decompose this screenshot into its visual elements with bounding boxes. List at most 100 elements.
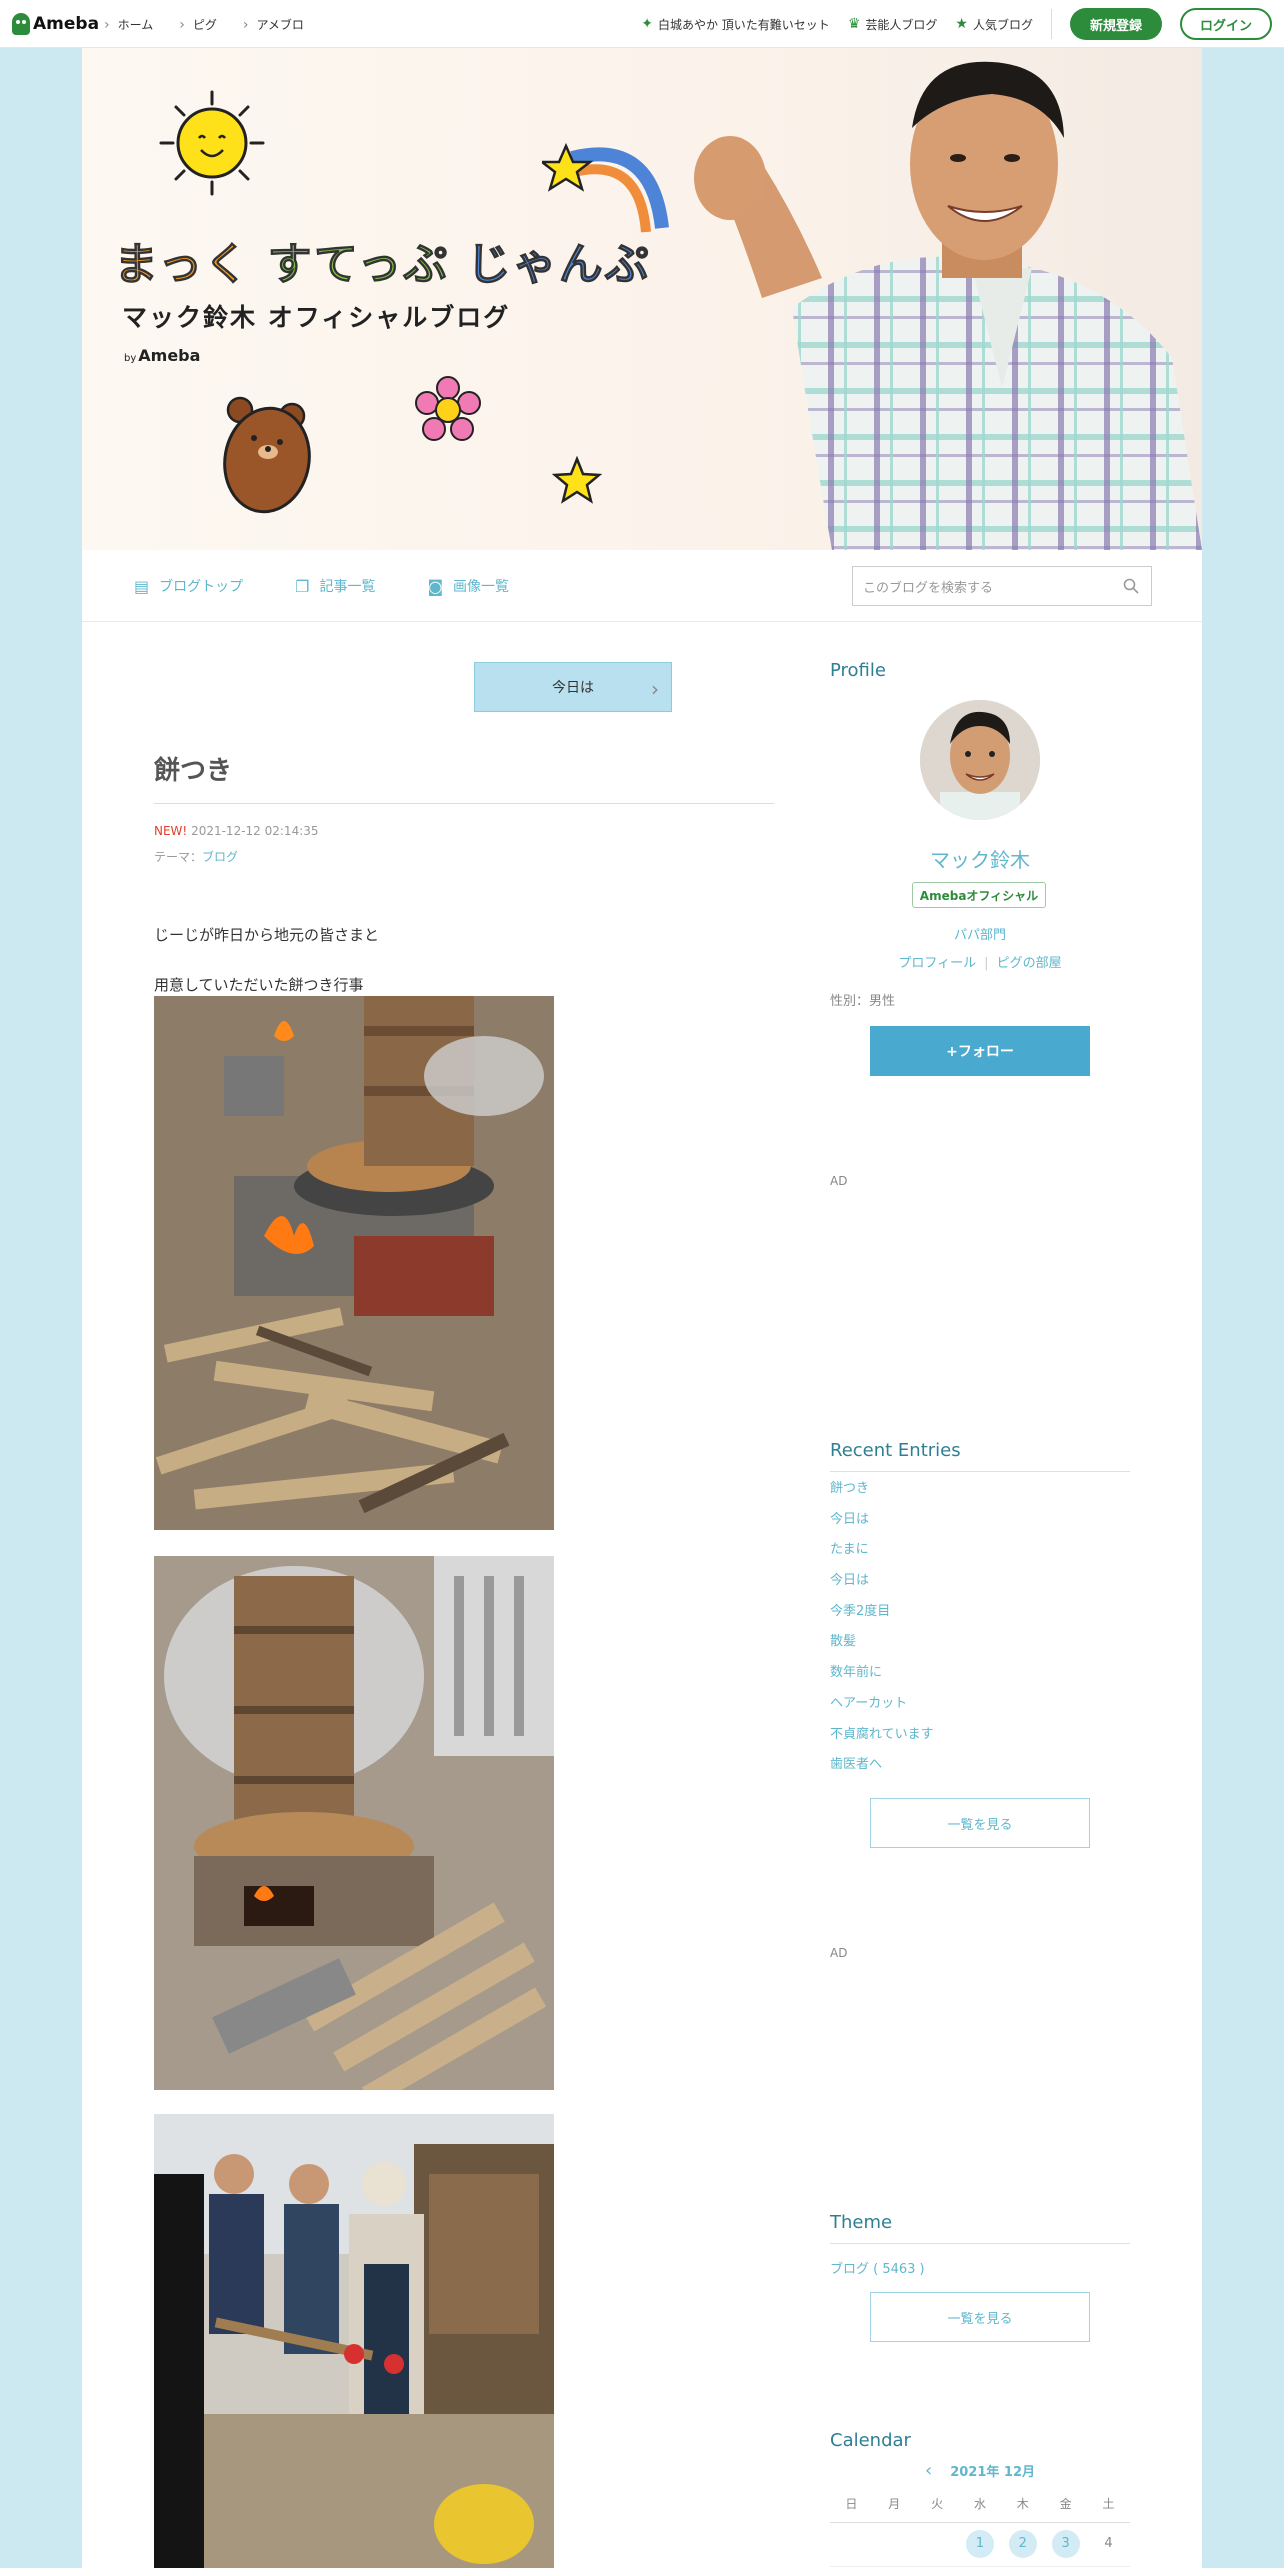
profile-category[interactable]: パパ部門 <box>830 924 1130 943</box>
brand-text: Ameba <box>138 346 201 365</box>
flower-illustration <box>415 376 481 441</box>
banner-subtitle: マック鈴木 オフィシャルブログ <box>122 303 511 332</box>
calendar-day <box>830 2522 873 2567</box>
weekday: 金 <box>1044 2486 1088 2523</box>
prev-article-label: 今日は <box>552 680 594 696</box>
follow-button[interactable]: +フォロー <box>870 1026 1090 1076</box>
theme-prefix: テーマ： <box>154 850 203 864</box>
chevron-right-icon: › <box>651 677 659 701</box>
article-title[interactable]: 餅つき <box>154 750 232 787</box>
article-paragraph: じーじが昨日から地元の皆さまと <box>154 926 380 944</box>
nav-link-ameblo[interactable]: アメブロ <box>243 16 303 33</box>
avatar-image <box>920 700 1040 820</box>
recent-entries-heading: Recent Entries <box>830 1440 961 1461</box>
crown-icon: ♛ <box>847 16 861 32</box>
signup-button[interactable]: 新規登録 <box>1069 8 1162 40</box>
global-nav-links: ホーム ピグ アメブロ <box>104 0 304 48</box>
list-item[interactable]: 散髪 <box>830 1627 934 1658</box>
theme-link[interactable]: ブログ <box>202 850 238 864</box>
calendar-day[interactable]: 3 <box>1044 2522 1088 2567</box>
list-item[interactable]: たまに <box>830 1535 934 1566</box>
list-item[interactable]: ヘアーカット <box>830 1689 934 1720</box>
see-all-entries-button[interactable]: 一覧を見る <box>870 1798 1090 1848</box>
list-item[interactable]: 不貞腐れています <box>830 1720 934 1751</box>
day-number[interactable]: 1 <box>965 2530 994 2558</box>
calendar: 日 月 火 水 木 金 土 1 2 3 4 5 6 7 8 9 10 11 <box>830 2486 1130 2568</box>
tab-blog-top-label: ブログトップ <box>159 579 244 595</box>
calendar-week: 1 2 3 4 <box>830 2522 1130 2567</box>
tab-blog-top[interactable]: ▤ ブログトップ <box>134 576 243 596</box>
weekday: 月 <box>872 2486 916 2523</box>
article-photo-3[interactable] <box>154 2114 554 2568</box>
list-item[interactable]: 今日は <box>830 1505 934 1536</box>
heading-divider <box>830 1471 1130 1472</box>
main-container: まっく すてっぷ じゃんぷ マック鈴木 オフィシャルブログ by Ameba ▤… <box>82 48 1202 2568</box>
prev-article-button[interactable]: 今日は › <box>474 662 672 712</box>
official-badge: Amebaオフィシャル <box>912 882 1046 908</box>
celebrity-blog-link[interactable]: ♛ 芸能人ブログ <box>848 16 938 33</box>
login-button[interactable]: ログイン <box>1179 8 1272 40</box>
tab-image-list-label: 画像一覧 <box>453 579 509 595</box>
list-item[interactable]: 餅つき <box>830 1474 934 1505</box>
calendar-weekdays: 日 月 火 水 木 金 土 <box>830 2486 1130 2523</box>
day-number <box>837 2528 865 2556</box>
document-icon: ▤ <box>134 576 150 596</box>
calendar-day[interactable]: 2 <box>1001 2522 1045 2567</box>
new-badge: NEW! <box>154 824 188 838</box>
banner-title-part-1: まっく <box>113 239 251 291</box>
popular-blog-label: 人気ブログ <box>972 17 1033 32</box>
nav-link-pigg[interactable]: ピグ <box>179 16 217 33</box>
profile-link[interactable]: プロフィール <box>898 956 976 971</box>
day-number: 4 <box>1104 2536 1113 2551</box>
bear-illustration <box>223 396 311 514</box>
banner-title-part-2: すてっぷ <box>267 239 450 291</box>
theme-item[interactable]: ブログ ( 5463 ) <box>830 2258 925 2277</box>
promo-link-label: 白城あやか 頂いた有難いセット <box>657 17 830 32</box>
banner-title: まっく すてっぷ じゃんぷ <box>113 228 651 292</box>
article-photo-2[interactable] <box>154 1556 554 2090</box>
list-item[interactable]: 数年前に <box>830 1658 934 1689</box>
weekday: 土 <box>1087 2486 1130 2523</box>
calendar-day[interactable]: 1 <box>958 2522 1002 2567</box>
popular-blog-link[interactable]: ★ 人気ブログ <box>955 16 1033 33</box>
nav-link-home[interactable]: ホーム <box>104 16 154 33</box>
promo-link[interactable]: ✦ 白城あやか 頂いた有難いセット <box>641 16 830 33</box>
blog-header-banner[interactable]: まっく すてっぷ じゃんぷ マック鈴木 オフィシャルブログ by Ameba <box>82 48 1202 550</box>
copy-icon: ❐ <box>295 576 310 596</box>
small-star-illustration <box>552 456 602 504</box>
article-meta: NEW! 2021-12-12 02:14:35 <box>154 824 319 838</box>
sparkle-icon: ✦ <box>641 16 653 32</box>
list-item[interactable]: 今季2度目 <box>830 1597 934 1628</box>
article-paragraph: 用意していただいた餅つき行事 <box>154 976 364 994</box>
search-icon[interactable] <box>1123 578 1139 594</box>
tab-article-list[interactable]: ❐ 記事一覧 <box>295 576 375 596</box>
article-datetime: 2021-12-12 02:14:35 <box>191 824 319 838</box>
global-nav: Ameba ホーム ピグ アメブロ ✦ 白城あやか 頂いた有難いセット ♛ 芸能人ブ… <box>0 0 1284 48</box>
sun-illustration <box>159 90 265 196</box>
day-number <box>923 2528 951 2556</box>
pig-room-link[interactable]: ピグの部屋 <box>997 956 1062 971</box>
list-item[interactable]: 今日は <box>830 1566 934 1597</box>
chevron-left-icon[interactable]: ‹ <box>925 2460 932 2481</box>
banner-title-part-3: じゃんぷ <box>466 239 651 291</box>
blogger-photo <box>694 61 1202 550</box>
tab-image-list[interactable]: ◙ 画像一覧 <box>427 576 509 596</box>
recent-entries-list: 餅つき 今日は たまに 今日は 今季2度目 散髪 数年前に ヘアーカット 不貞腐… <box>830 1474 934 1781</box>
ad-label: AD <box>830 1174 848 1188</box>
ameba-logo[interactable]: Ameba <box>12 12 99 36</box>
list-item[interactable]: 歯医者へ <box>830 1750 934 1781</box>
day-number[interactable]: 2 <box>1008 2530 1037 2558</box>
avatar[interactable] <box>920 700 1040 820</box>
theme-heading: Theme <box>830 2212 893 2233</box>
by-text: by <box>124 353 137 364</box>
profile-name[interactable]: マック鈴木 <box>830 844 1130 873</box>
weekday: 木 <box>1001 2486 1045 2523</box>
article-photo-1[interactable] <box>154 996 554 1530</box>
calendar-heading: Calendar <box>830 2430 911 2451</box>
calendar-day <box>915 2522 959 2567</box>
see-all-themes-button[interactable]: 一覧を見る <box>870 2292 1090 2342</box>
day-number[interactable]: 3 <box>1051 2530 1080 2558</box>
blog-search-input[interactable]: このブログを検索する <box>852 566 1152 606</box>
calendar-nav: ‹ 2021年 12月 <box>830 2460 1130 2481</box>
heading-divider <box>830 2243 1130 2244</box>
